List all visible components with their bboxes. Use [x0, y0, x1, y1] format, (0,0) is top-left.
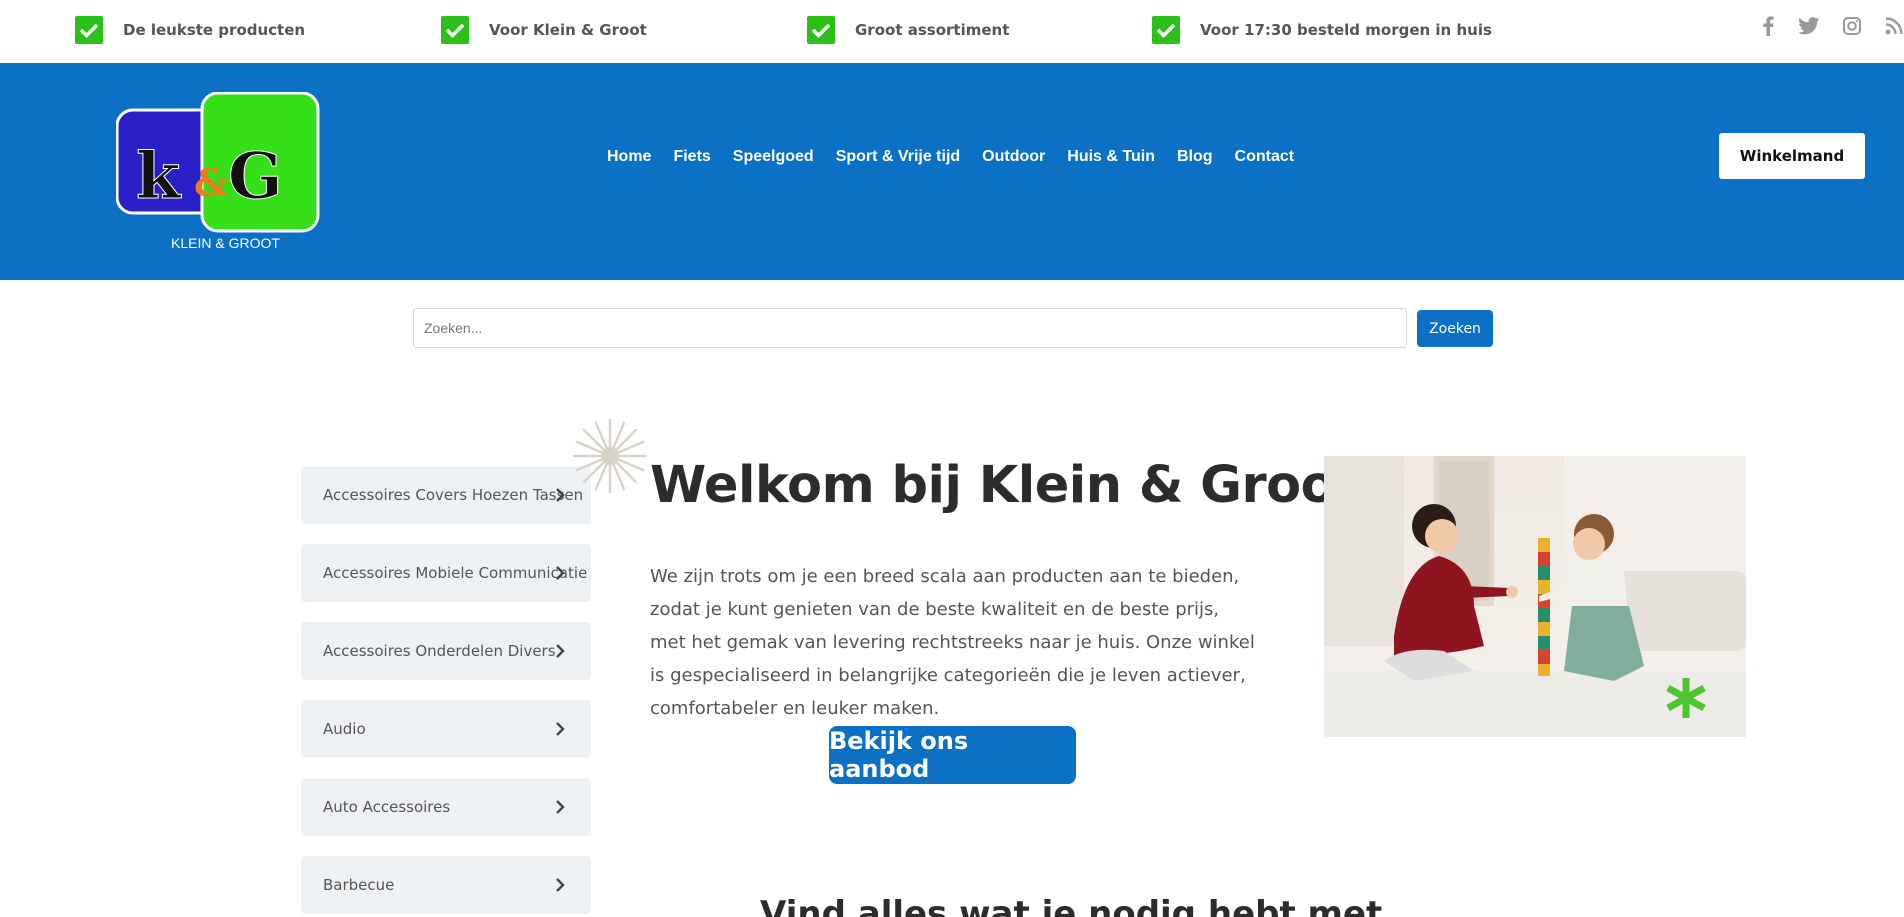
rss-icon[interactable] — [1882, 14, 1904, 38]
chevron-right-icon — [556, 566, 565, 580]
children-playing-photo — [1324, 456, 1746, 737]
check-icon — [441, 16, 469, 44]
chevron-right-icon — [556, 644, 565, 658]
category-sidebar: Accessoires Covers Hoezen Tassen Accesso… — [301, 466, 591, 917]
chevron-right-icon — [556, 488, 565, 502]
chevron-right-icon — [556, 800, 565, 814]
chevron-right-icon — [556, 878, 565, 892]
check-icon — [807, 16, 835, 44]
sidebar-item-label: Accessoires Onderdelen Divers — [323, 642, 556, 660]
top-bar: De leukste producten Voor Klein & Groot … — [0, 0, 1904, 63]
nav-item-fiets[interactable]: Fiets — [673, 148, 710, 166]
usp-label: Voor 17:30 besteld morgen in huis — [1200, 21, 1492, 39]
facebook-icon[interactable] — [1756, 14, 1780, 38]
usp-item: Groot assortiment — [807, 16, 1009, 44]
nav-item-contact[interactable]: Contact — [1235, 148, 1295, 166]
hero-title: Welkom bij Klein & Groot — [650, 456, 1360, 515]
sidebar-item-label: Audio — [323, 720, 366, 738]
main-header: k & G KLEIN & GROOT Home Fiets Speelgoed… — [0, 63, 1904, 280]
chevron-right-icon — [556, 722, 565, 736]
search-button[interactable]: Zoeken — [1417, 310, 1493, 347]
site-logo[interactable]: k & G KLEIN & GROOT — [115, 91, 352, 251]
sidebar-item-label: Accessoires Mobiele Communicatie — [323, 564, 588, 582]
usp-label: De leukste producten — [123, 21, 306, 39]
svg-text:&: & — [194, 160, 228, 205]
twitter-icon[interactable] — [1797, 14, 1821, 38]
nav-item-huis-tuin[interactable]: Huis & Tuin — [1067, 148, 1155, 166]
view-offer-button[interactable]: Bekijk ons aanbod — [829, 726, 1076, 784]
sidebar-item-label: Auto Accessoires — [323, 798, 451, 816]
svg-text:G: G — [228, 139, 283, 214]
nav-item-speelgoed[interactable]: Speelgoed — [733, 148, 814, 166]
check-icon — [75, 16, 103, 44]
sparkle-decoration — [572, 418, 648, 494]
sidebar-item-label: Accessoires Covers Hoezen Tassen — [323, 486, 584, 504]
usp-item: Voor Klein & Groot — [441, 16, 647, 44]
nav-item-blog[interactable]: Blog — [1177, 148, 1213, 166]
nav-item-outdoor[interactable]: Outdoor — [982, 148, 1045, 166]
logo-tagline: KLEIN & GROOT — [171, 235, 280, 248]
cart-button[interactable]: Winkelmand — [1719, 133, 1865, 179]
usp-item: De leukste producten — [75, 16, 305, 44]
nav-item-home[interactable]: Home — [607, 148, 651, 166]
sidebar-item-category[interactable]: Barbecue — [301, 856, 591, 914]
sidebar-item-category[interactable]: Audio — [301, 700, 591, 758]
sidebar-item-category[interactable]: Accessoires Onderdelen Divers — [301, 622, 591, 680]
sidebar-item-label: Barbecue — [323, 876, 395, 894]
search-input[interactable] — [413, 308, 1407, 348]
instagram-icon[interactable] — [1840, 14, 1864, 38]
svg-text:k: k — [136, 139, 182, 214]
sidebar-item-category[interactable]: Accessoires Covers Hoezen Tassen — [301, 466, 591, 524]
usp-label: Voor Klein & Groot — [489, 21, 647, 39]
hero-intro-text: We zijn trots om je een breed scala aan … — [650, 566, 1255, 719]
sidebar-item-category[interactable]: Auto Accessoires — [301, 778, 591, 836]
usp-label: Groot assortiment — [855, 21, 1010, 39]
check-icon — [1152, 16, 1180, 44]
usp-item: Voor 17:30 besteld morgen in huis — [1152, 16, 1492, 44]
sidebar-item-category[interactable]: Accessoires Mobiele Communicatie — [301, 544, 591, 602]
section-heading: Vind alles wat je nodig hebt met — [760, 894, 1383, 917]
nav-item-sport-vrije-tijd[interactable]: Sport & Vrije tijd — [836, 148, 960, 166]
main-nav: Home Fiets Speelgoed Sport & Vrije tijd … — [607, 148, 1316, 166]
